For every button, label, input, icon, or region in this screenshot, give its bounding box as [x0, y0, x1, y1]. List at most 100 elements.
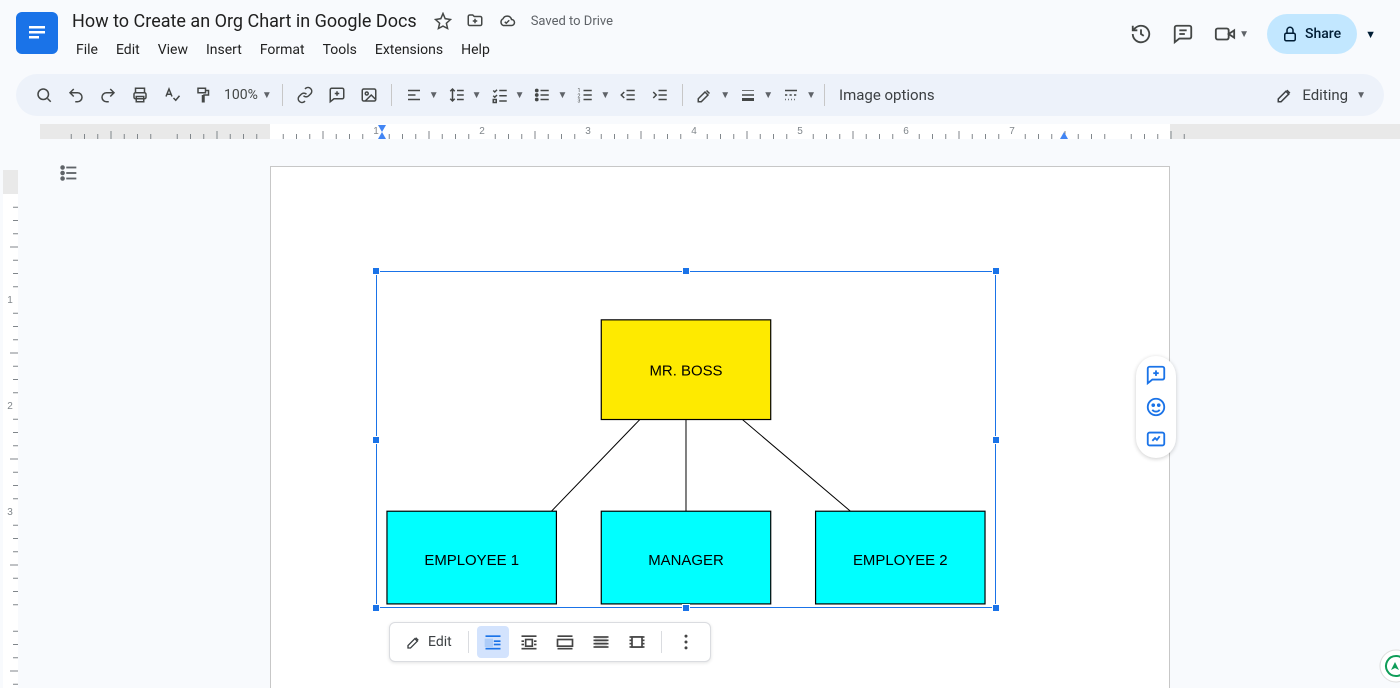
- resize-handle[interactable]: [992, 604, 1000, 612]
- star-icon[interactable]: [433, 11, 453, 31]
- undo-button[interactable]: [62, 81, 90, 109]
- separator: [282, 84, 283, 106]
- share-group: Share ▼: [1267, 14, 1384, 54]
- header-right: ▼ Share ▼: [1129, 8, 1384, 54]
- workspace: 123 MR. BOSS E: [0, 142, 1400, 688]
- separator: [661, 631, 662, 653]
- checklist-button[interactable]: ▼: [486, 81, 525, 109]
- menu-help[interactable]: Help: [453, 38, 498, 62]
- org-child-label: MANAGER: [648, 552, 724, 569]
- border-weight-button[interactable]: ▼: [734, 81, 773, 109]
- org-chart-drawing: MR. BOSS EMPLOYEE 1 MANAGER EMPLOYEE 2: [377, 272, 995, 608]
- more-options-button[interactable]: [670, 626, 702, 658]
- resize-handle[interactable]: [682, 267, 690, 275]
- search-menus-button[interactable]: [30, 81, 58, 109]
- svg-text:6: 6: [903, 126, 909, 137]
- numbered-list-button[interactable]: 123 ▼: [571, 81, 610, 109]
- caret-down-icon: ▼: [515, 90, 525, 101]
- saved-status-text: Saved to Drive: [531, 14, 613, 29]
- suggest-edits-icon[interactable]: [1145, 428, 1167, 450]
- menu-format[interactable]: Format: [252, 38, 313, 62]
- edit-drawing-button[interactable]: Edit: [398, 634, 460, 650]
- caret-down-icon: ▼: [557, 90, 567, 101]
- caret-down-icon: ▼: [429, 90, 439, 101]
- add-comment-icon[interactable]: [1145, 364, 1167, 386]
- line-spacing-button[interactable]: ▼: [443, 81, 482, 109]
- document-outline-button[interactable]: [52, 156, 86, 190]
- org-root-label: MR. BOSS: [649, 363, 722, 380]
- resize-handle[interactable]: [372, 604, 380, 612]
- caret-down-icon: ▼: [1356, 90, 1366, 101]
- toolbar: 100% ▼ ▼ ▼ ▼ ▼ 123 ▼ ▼ ▼ ▼ Image options: [16, 74, 1384, 116]
- move-icon[interactable]: [465, 11, 485, 31]
- resize-handle[interactable]: [992, 436, 1000, 444]
- zoom-select[interactable]: 100% ▼: [222, 87, 274, 103]
- bulleted-list-button[interactable]: ▼: [528, 81, 567, 109]
- history-icon[interactable]: [1129, 22, 1153, 46]
- menu-extensions[interactable]: Extensions: [367, 38, 451, 62]
- image-options-button[interactable]: Image options: [839, 86, 935, 104]
- add-comment-button[interactable]: [323, 81, 351, 109]
- wrap-text-button[interactable]: [513, 626, 545, 658]
- page[interactable]: MR. BOSS EMPLOYEE 1 MANAGER EMPLOYEE 2: [270, 166, 1170, 688]
- in-front-text-button[interactable]: [621, 626, 653, 658]
- svg-text:5: 5: [797, 126, 803, 137]
- break-text-button[interactable]: [549, 626, 581, 658]
- explore-button[interactable]: [1374, 648, 1400, 684]
- zoom-value: 100%: [224, 87, 258, 103]
- caret-down-icon: ▼: [262, 90, 272, 101]
- side-action-pill: [1136, 356, 1176, 458]
- svg-text:3: 3: [585, 126, 591, 137]
- svg-text:1: 1: [7, 295, 13, 306]
- vertical-ruler[interactable]: 123: [0, 142, 22, 688]
- add-emoji-icon[interactable]: [1145, 396, 1167, 418]
- mode-switcher[interactable]: Editing ▼: [1276, 86, 1370, 104]
- svg-text:3: 3: [578, 99, 581, 105]
- separator: [824, 84, 825, 106]
- resize-handle[interactable]: [372, 267, 380, 275]
- spellcheck-button[interactable]: [158, 81, 186, 109]
- print-button[interactable]: [126, 81, 154, 109]
- menu-insert[interactable]: Insert: [198, 38, 250, 62]
- resize-handle[interactable]: [992, 267, 1000, 275]
- document-area[interactable]: MR. BOSS EMPLOYEE 1 MANAGER EMPLOYEE 2: [22, 142, 1400, 688]
- resize-handle[interactable]: [372, 436, 380, 444]
- comments-icon[interactable]: [1171, 22, 1195, 46]
- meet-button[interactable]: ▼: [1213, 22, 1249, 46]
- paint-format-button[interactable]: [190, 81, 218, 109]
- pencil-icon: [1276, 86, 1294, 104]
- menu-file[interactable]: File: [68, 38, 106, 62]
- lock-icon: [1281, 25, 1299, 43]
- caret-down-icon: ▼: [600, 90, 610, 101]
- svg-text:4: 4: [691, 126, 697, 137]
- increase-indent-button[interactable]: [646, 81, 674, 109]
- redo-button[interactable]: [94, 81, 122, 109]
- border-color-button[interactable]: ▼: [691, 81, 730, 109]
- menu-view[interactable]: View: [150, 38, 196, 62]
- caret-down-icon: ▼: [472, 90, 482, 101]
- insert-link-button[interactable]: [291, 81, 319, 109]
- insert-image-button[interactable]: [355, 81, 383, 109]
- app-header: How to Create an Org Chart in Google Doc…: [0, 0, 1400, 68]
- drawing-selection[interactable]: MR. BOSS EMPLOYEE 1 MANAGER EMPLOYEE 2: [376, 271, 996, 608]
- border-dash-button[interactable]: ▼: [777, 81, 816, 109]
- document-title[interactable]: How to Create an Org Chart in Google Doc…: [68, 9, 421, 34]
- behind-text-button[interactable]: [585, 626, 617, 658]
- menu-tools[interactable]: Tools: [315, 38, 365, 62]
- resize-handle[interactable]: [682, 604, 690, 612]
- cloud-saved-icon[interactable]: [497, 11, 517, 31]
- menu-edit[interactable]: Edit: [108, 38, 148, 62]
- editing-label: Editing: [1302, 86, 1348, 104]
- caret-down-icon: ▼: [763, 90, 773, 101]
- share-button[interactable]: Share: [1267, 14, 1357, 54]
- title-row: How to Create an Org Chart in Google Doc…: [68, 8, 1129, 34]
- align-button[interactable]: ▼: [400, 81, 439, 109]
- docs-logo-icon: [25, 19, 49, 47]
- horizontal-ruler[interactable]: 1234567: [22, 124, 1400, 142]
- share-more-caret[interactable]: ▼: [1357, 28, 1384, 41]
- docs-app-icon[interactable]: [16, 12, 58, 54]
- inline-wrap-button[interactable]: [477, 626, 509, 658]
- menu-bar: File Edit View Insert Format Tools Exten…: [68, 38, 1129, 62]
- svg-text:2: 2: [7, 401, 13, 412]
- decrease-indent-button[interactable]: [614, 81, 642, 109]
